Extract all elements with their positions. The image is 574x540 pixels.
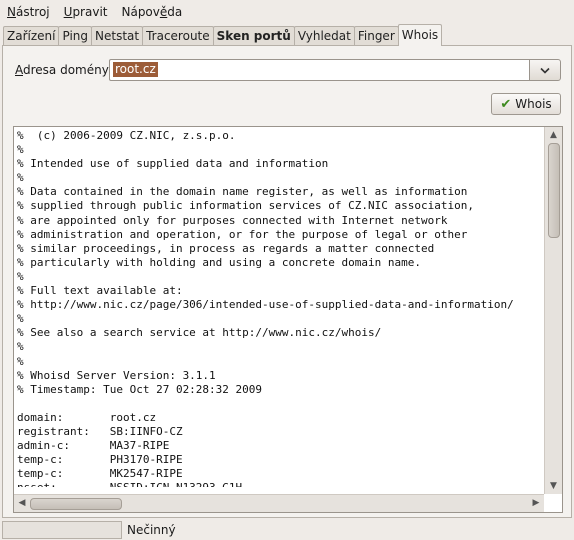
whois-output[interactable]: % (c) 2006-2009 CZ.NIC, z.s.p.o.%% Inten…: [13, 126, 563, 513]
tab-netstat[interactable]: Netstat: [91, 26, 144, 46]
tab-zarizeni[interactable]: Zařízení: [3, 26, 60, 46]
tab-vyhledat[interactable]: Vyhledat: [293, 26, 355, 46]
output-line: nsset: NSSID:ICN-N13293-G1H: [17, 481, 542, 487]
output-line: admin-c: MA37-RIPE: [17, 439, 170, 453]
scroll-left-icon[interactable]: ◀: [15, 496, 29, 510]
domain-dropdown-button[interactable]: [529, 59, 561, 81]
output-line: % See also a search service at http://ww…: [17, 326, 382, 340]
check-icon: ✔: [500, 96, 512, 112]
tab-finger[interactable]: Finger: [353, 26, 399, 46]
whois-output-text: % (c) 2006-2009 CZ.NIC, z.s.p.o.%% Inten…: [17, 129, 542, 487]
output-line: % http://www.nic.cz/page/306/intended-us…: [17, 298, 514, 312]
tab-sken-portu[interactable]: Sken portů: [212, 26, 295, 46]
output-line: registrant: SB:IINFO-CZ: [17, 424, 183, 438]
scroll-right-icon[interactable]: ▶: [529, 496, 543, 510]
tab-ping[interactable]: Ping: [58, 26, 92, 46]
vertical-scroll-thumb[interactable]: [548, 143, 560, 238]
output-line: domain: root.cz: [17, 410, 157, 424]
menu-upravit[interactable]: Upravit: [58, 1, 114, 23]
output-line: % administration and operation, or for t…: [17, 227, 468, 241]
status-text: Nečinný: [127, 523, 176, 537]
output-line: %: [17, 312, 24, 326]
output-line: %: [17, 143, 24, 157]
output-line: %: [17, 171, 24, 185]
output-line: % Full text available at:: [17, 284, 183, 298]
domain-input[interactable]: root.cz: [109, 59, 529, 81]
output-line: % Whoisd Server Version: 3.1.1: [17, 368, 216, 382]
output-line: % Timestamp: Tue Oct 27 02:28:32 2009: [17, 382, 263, 396]
scroll-up-icon[interactable]: ▲: [545, 128, 562, 142]
menu-nastroj[interactable]: Nástroj: [1, 1, 56, 23]
output-line: temp-c: PH3170-RIPE: [17, 453, 183, 467]
horizontal-scrollbar[interactable]: ◀ ▶: [14, 494, 544, 512]
output-line: % particularly with holding and using a …: [17, 255, 421, 269]
output-line: temp-c: MK2547-RIPE: [17, 467, 183, 481]
whois-button-label: Whois: [515, 97, 552, 111]
vertical-scrollbar[interactable]: ▲ ▼: [544, 127, 562, 494]
scroll-down-icon[interactable]: ▼: [545, 479, 562, 493]
domain-row: Adresa domény: root.cz: [15, 59, 561, 81]
tab-traceroute[interactable]: Traceroute: [142, 26, 214, 46]
tab-whois[interactable]: Whois: [397, 24, 443, 46]
horizontal-scroll-thumb[interactable]: [30, 498, 122, 510]
menu-napoveda[interactable]: Nápověda: [115, 1, 188, 23]
menu-upravit-label: Upravit: [63, 5, 108, 19]
whois-page: Adresa domény: root.cz ✔ Whois % (c) 200…: [2, 45, 572, 518]
tab-bar: Zařízení Ping Netstat Traceroute Sken po…: [3, 24, 443, 46]
chevron-down-icon: [540, 67, 550, 74]
statusbar: Nečinný: [0, 519, 574, 540]
output-line: %: [17, 354, 24, 368]
output-line: % Data contained in the domain name regi…: [17, 185, 468, 199]
menubar: Nástroj Upravit Nápověda: [0, 0, 574, 24]
output-line: %: [17, 269, 24, 283]
menu-napoveda-label: Nápověda: [121, 5, 183, 19]
output-line: % supplied through public information se…: [17, 199, 474, 213]
output-line: %: [17, 340, 24, 354]
output-line: % similar proceedings, in process as reg…: [17, 241, 435, 255]
output-line: % Intended use of supplied data and info…: [17, 157, 329, 171]
domain-input-value: root.cz: [113, 62, 158, 77]
output-line: % are appointed only for purposes connec…: [17, 213, 448, 227]
menu-nastroj-label: Nástroj: [7, 5, 50, 19]
progress-bar: [2, 521, 122, 539]
output-line: % (c) 2006-2009 CZ.NIC, z.s.p.o.: [17, 129, 236, 142]
whois-button[interactable]: ✔ Whois: [491, 93, 561, 115]
domain-label: Adresa domény:: [15, 63, 112, 77]
